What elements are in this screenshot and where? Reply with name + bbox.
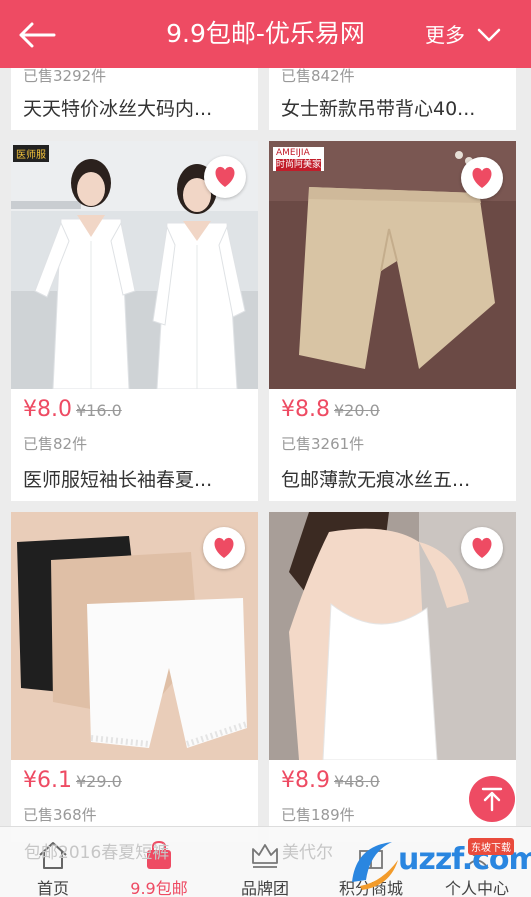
back-to-top-button[interactable] bbox=[469, 776, 515, 822]
chevron-down-icon bbox=[477, 28, 501, 42]
sold-count: 已售82件 bbox=[23, 435, 88, 453]
product-name: 女士新款吊带背心40... bbox=[281, 98, 476, 120]
current-price: ¥8.0 bbox=[23, 397, 72, 422]
current-price: ¥6.1 bbox=[23, 768, 72, 793]
favorite-button[interactable] bbox=[461, 157, 503, 199]
favorite-button[interactable] bbox=[204, 156, 246, 198]
more-label: 更多 bbox=[425, 23, 465, 47]
watermark-swoosh-icon bbox=[352, 842, 398, 890]
product-image[interactable]: AMEIJIA 时尚阿美家 bbox=[269, 141, 516, 389]
arrow-up-icon bbox=[481, 787, 503, 812]
sold-count: 已售368件 bbox=[23, 806, 97, 824]
heart-icon bbox=[472, 167, 492, 188]
current-price: ¥8.9 bbox=[281, 768, 330, 793]
tab-label: 9.9包邮 bbox=[130, 879, 188, 897]
sold-count: 已售3261件 bbox=[281, 435, 365, 453]
favorite-button[interactable] bbox=[461, 527, 503, 569]
price-row: ¥8.0 ¥16.0 bbox=[23, 397, 122, 427]
tab-label: 首页 bbox=[36, 879, 69, 897]
store-badge: 医师服 bbox=[13, 145, 49, 162]
price-row: ¥6.1 ¥29.0 bbox=[23, 768, 122, 798]
original-price: ¥48.0 bbox=[333, 772, 380, 791]
more-menu-button[interactable]: 更多 bbox=[425, 20, 501, 50]
heart-icon bbox=[472, 537, 492, 558]
tab-label: 品牌团 bbox=[240, 879, 289, 897]
price-row: ¥8.8 ¥20.0 bbox=[281, 397, 380, 427]
product-image[interactable]: 医师服 bbox=[11, 141, 258, 389]
product-image[interactable] bbox=[269, 512, 516, 760]
site-watermark-logo: uzzf.com 东坡下载 bbox=[340, 832, 531, 897]
original-price: ¥29.0 bbox=[75, 772, 122, 791]
product-card[interactable]: 已售3292件 天天特价冰丝大码内... bbox=[11, 67, 258, 130]
current-price: ¥8.8 bbox=[281, 397, 330, 422]
sold-count: 已售189件 bbox=[281, 806, 355, 824]
sold-count: 已售3292件 bbox=[23, 67, 107, 85]
product-card[interactable]: 已售842件 女士新款吊带背心40... bbox=[269, 67, 516, 130]
heart-icon bbox=[214, 537, 234, 558]
price-row: ¥8.9 ¥48.0 bbox=[281, 768, 380, 798]
product-card[interactable]: ¥6.1 ¥29.0 已售368件 bbox=[11, 512, 258, 842]
app-header: 9.9包邮-优乐易网 更多 bbox=[0, 0, 531, 68]
sold-count: 已售842件 bbox=[281, 67, 355, 85]
store-badge: AMEIJIA 时尚阿美家 bbox=[273, 147, 325, 171]
favorite-button[interactable] bbox=[203, 527, 245, 569]
product-card[interactable]: 医师服 ¥8.0 ¥16.0 已售82件 医师服短袖长袖春夏... bbox=[11, 141, 258, 501]
product-name: 天天特价冰丝大码内... bbox=[23, 98, 213, 120]
product-image[interactable] bbox=[11, 512, 258, 760]
heart-icon bbox=[215, 166, 235, 187]
product-name: 医师服短袖长袖春夏... bbox=[23, 469, 213, 491]
product-card[interactable]: AMEIJIA 时尚阿美家 ¥8.8 ¥20.0 已售3261件 包邮薄款无痕冰… bbox=[269, 141, 516, 501]
original-price: ¥20.0 bbox=[333, 401, 380, 420]
product-name: 包邮薄款无痕冰丝五... bbox=[281, 469, 471, 491]
original-price: ¥16.0 bbox=[75, 401, 122, 420]
